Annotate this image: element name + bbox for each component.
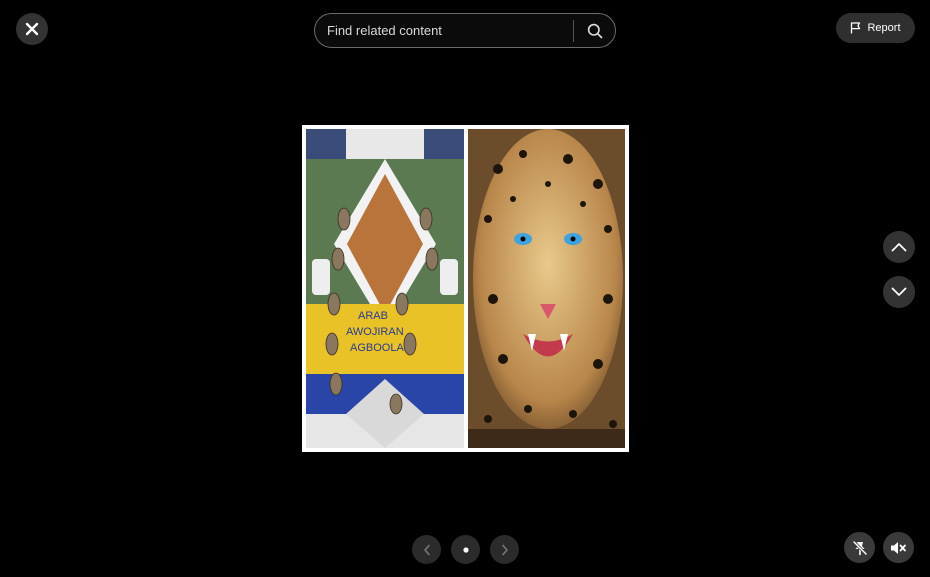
artwork-text-line-3: AGBOOLA [350,342,404,354]
chevron-down-icon [891,287,907,296]
leopard-image [468,129,625,448]
close-button[interactable] [16,13,48,45]
search-icon [587,23,602,38]
volume-muted-icon [891,541,906,554]
pager-dot [462,546,469,553]
unpin-icon [852,540,867,555]
pager-prev-button[interactable] [412,535,441,564]
close-icon [25,22,39,36]
search-input[interactable] [315,14,573,47]
artwork-text-line-1: ARAB [358,310,388,322]
media-image: ARAB AWOJIRAN AGBOOLA [302,125,629,452]
beaded-artwork-image: ARAB AWOJIRAN AGBOOLA [306,129,464,448]
unpin-button[interactable] [844,532,875,563]
report-button[interactable]: Report [836,13,915,43]
beaded-artwork-panel: ARAB AWOJIRAN AGBOOLA [306,129,464,448]
leopard-panel [468,129,625,448]
chevron-right-icon [501,544,508,555]
chevron-up-icon [891,243,907,252]
pager-indicator [451,535,480,564]
mute-button[interactable] [883,532,914,563]
previous-item-button[interactable] [883,231,915,263]
search-button[interactable] [574,14,615,47]
artwork-text-line-2: AWOJIRAN [346,326,404,338]
chevron-left-icon [423,544,430,555]
flag-icon [851,22,861,34]
search-bar [314,13,616,48]
pager-next-button[interactable] [490,535,519,564]
report-label: Report [867,22,901,34]
next-item-button[interactable] [883,276,915,308]
